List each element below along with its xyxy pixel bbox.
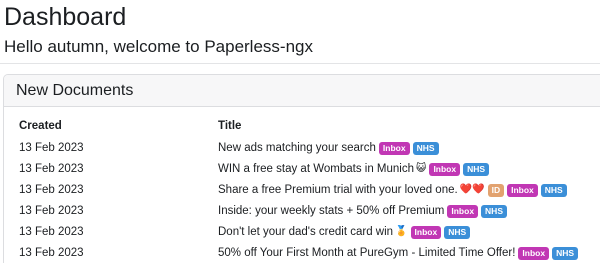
- table-row[interactable]: 13 Feb 2023 New ads matching your search I…: [0, 137, 600, 158]
- table-row[interactable]: 13 Feb 2023 WIN a free stay at Wombats in…: [0, 158, 600, 179]
- widget-header: New Documents: [4, 75, 600, 107]
- table-row[interactable]: 13 Feb 2023 Don't let your dad's credit c…: [0, 221, 600, 242]
- document-title-link[interactable]: Share a free Premium trial with your lov…: [218, 183, 458, 197]
- tag-badge-nhs[interactable]: NHS: [481, 204, 507, 218]
- document-title-link[interactable]: 50% off Your First Month at PureGym - Li…: [218, 246, 515, 260]
- title-cell: Share a free Premium trial with your lov…: [218, 182, 567, 198]
- table-row[interactable]: 13 Feb 2023 50% off Your First Month at P…: [0, 242, 600, 263]
- title-emoji: 😺: [416, 163, 427, 174]
- title-cell: 50% off Your First Month at PureGym - Li…: [218, 245, 579, 261]
- tag-badge-nhs[interactable]: NHS: [463, 162, 490, 176]
- tag-badge-inbox[interactable]: Inbox: [507, 183, 538, 197]
- created-date: 13 Feb 2023: [19, 184, 84, 196]
- document-title-link[interactable]: New ads matching your search: [218, 141, 376, 155]
- widget-title: New Documents: [16, 82, 134, 99]
- tag-badge-inbox[interactable]: Inbox: [378, 141, 410, 155]
- table-row[interactable]: 13 Feb 2023 Inside: your weekly stats + 5…: [0, 200, 600, 221]
- tag-badge-nhs[interactable]: NHS: [552, 246, 579, 260]
- created-date: 13 Feb 2023: [19, 142, 84, 154]
- tag-badge-inbox[interactable]: Inbox: [447, 204, 479, 218]
- welcome-message: Hello autumn, welcome to Paperless-ngx: [4, 37, 313, 56]
- tag-badge-inbox[interactable]: Inbox: [518, 246, 550, 260]
- created-date: 13 Feb 2023: [19, 205, 84, 217]
- document-title-link[interactable]: Don't let your dad's credit card win: [218, 225, 393, 239]
- tag-badge-inbox[interactable]: Inbox: [410, 225, 442, 239]
- created-date: 13 Feb 2023: [19, 163, 84, 175]
- tag-badge-nhs[interactable]: NHS: [540, 183, 567, 197]
- created-date: 13 Feb 2023: [19, 247, 84, 259]
- tag-badge-nhs[interactable]: NHS: [444, 225, 471, 239]
- created-date: 13 Feb 2023: [19, 226, 84, 238]
- title-cell: New ads matching your search Inbox NHS: [218, 140, 439, 156]
- tag-badge-inbox[interactable]: Inbox: [429, 162, 461, 176]
- documents-table: 13 Feb 2023 New ads matching your search I…: [0, 137, 600, 263]
- column-header-title[interactable]: Title: [218, 120, 241, 132]
- document-title-link[interactable]: Inside: your weekly stats + 50% off Prem…: [218, 204, 444, 218]
- page-title: Dashboard: [4, 3, 127, 31]
- title-emoji: ❤️❤️: [459, 184, 485, 195]
- column-header-created[interactable]: Created: [19, 120, 62, 132]
- document-title-link[interactable]: WIN a free stay at Wombats in Munich: [218, 162, 414, 176]
- title-cell: WIN a free stay at Wombats in Munich 😺 Inb…: [218, 161, 490, 177]
- table-row[interactable]: 13 Feb 2023 Share a free Premium trial wi…: [0, 179, 600, 200]
- title-cell: Don't let your dad's credit card win 🏅 Inb…: [218, 224, 471, 240]
- tag-badge-nhs[interactable]: NHS: [412, 141, 439, 155]
- title-emoji: 🏅: [395, 226, 408, 237]
- tag-badge-id[interactable]: ID: [487, 183, 505, 197]
- header-divider: [0, 63, 600, 64]
- dashboard-page: Dashboard Hello autumn, welcome to Paper…: [0, 0, 600, 263]
- title-cell: Inside: your weekly stats + 50% off Prem…: [218, 203, 507, 219]
